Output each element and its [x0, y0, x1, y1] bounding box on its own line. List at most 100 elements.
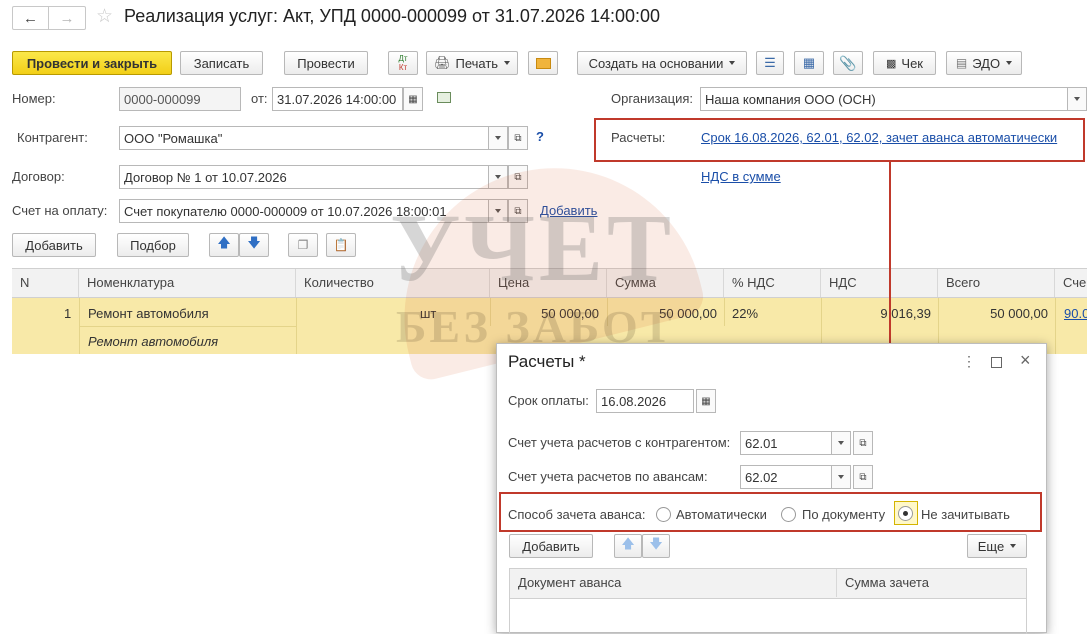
edo-button[interactable]: ▤ ЭДО	[946, 51, 1022, 75]
dialog-move-up-button[interactable]: 🡅	[614, 534, 642, 558]
arrow-up-icon: 🡅	[621, 536, 635, 551]
cash-register-icon: ▩	[886, 57, 897, 70]
copy-icon: ❐	[297, 238, 309, 252]
dialog-add-button[interactable]: Добавить	[509, 534, 593, 558]
col-vat-rate[interactable]: % НДС	[724, 269, 821, 297]
due-date-field[interactable]: 16.08.2026	[596, 389, 694, 413]
offset-by-document-radio[interactable]	[781, 507, 796, 522]
organization-field[interactable]: Наша компания ООО (ОСН)	[700, 87, 1068, 111]
invoice-add-link[interactable]: Добавить	[540, 203, 597, 218]
forward-button[interactable]: →	[49, 7, 85, 29]
document-status-icon[interactable]	[437, 92, 451, 103]
cell-account-link[interactable]: 90.0	[1064, 306, 1087, 321]
cell-total: 50 000,00	[990, 306, 1048, 321]
help-icon[interactable]: ?	[536, 129, 544, 144]
structure-button[interactable]: ▦	[794, 51, 824, 75]
organization-dropdown-button[interactable]	[1067, 87, 1087, 111]
contractor-account-open[interactable]: ⧉	[853, 431, 873, 455]
attachments-button[interactable]: 📎	[833, 51, 863, 75]
offset-none-label[interactable]: Не зачитывать	[921, 507, 1010, 522]
vat-in-sum-link[interactable]: НДС в сумме	[701, 169, 781, 184]
email-button[interactable]	[528, 51, 558, 75]
invoice-dropdown-button[interactable]	[488, 199, 508, 223]
offset-auto-radio[interactable]	[656, 507, 671, 522]
contractor-account-field[interactable]: 62.01	[740, 431, 832, 455]
document-list-button[interactable]: ☰	[756, 51, 784, 75]
back-button[interactable]: ←	[13, 7, 49, 29]
chevron-down-icon	[1074, 97, 1080, 101]
print-button[interactable]: 🖨 Печать	[426, 51, 518, 75]
advance-account-dropdown[interactable]	[831, 465, 851, 489]
cell-vat-rate: 22%	[732, 306, 759, 321]
contract-field[interactable]: Договор № 1 от 10.07.2026	[119, 165, 489, 189]
chevron-down-icon	[838, 441, 844, 445]
col-price[interactable]: Цена	[490, 269, 607, 297]
chevron-down-icon	[495, 136, 501, 140]
row-divider	[79, 326, 296, 327]
col-n[interactable]: N	[12, 269, 79, 297]
settlements-link[interactable]: Срок 16.08.2026, 62.01, 62.02, зачет ава…	[701, 130, 1057, 145]
number-field[interactable]: 0000-000099	[119, 87, 241, 111]
contract-label: Договор:	[12, 169, 65, 184]
contractor-field[interactable]: ООО "Ромашка"	[119, 126, 489, 150]
date-field[interactable]: 31.07.2026 14:00:00	[272, 87, 403, 111]
edo-icon: ▤	[955, 56, 968, 70]
contractor-account-dropdown[interactable]	[831, 431, 851, 455]
calendar-icon: ▦	[701, 395, 711, 407]
contract-dropdown-button[interactable]	[488, 165, 508, 189]
arrow-right-icon: →	[59, 9, 75, 27]
col-sum[interactable]: Сумма	[607, 269, 724, 297]
close-icon[interactable]: ×	[1020, 350, 1031, 371]
cell-unit: шт	[420, 306, 437, 321]
col-item[interactable]: Номенклатура	[79, 269, 296, 297]
offset-by-document-label[interactable]: По документу	[802, 507, 885, 522]
cell-price: 50 000,00	[541, 306, 599, 321]
maximize-icon[interactable]	[991, 357, 1002, 368]
col-quantity[interactable]: Количество	[296, 269, 490, 297]
paperclip-icon: 📎	[839, 54, 857, 71]
offset-none-radio[interactable]	[898, 506, 913, 521]
advance-table: Документ аванса Сумма зачета	[509, 568, 1027, 634]
organization-label: Организация:	[611, 91, 694, 106]
row-divider	[607, 298, 608, 326]
invoice-field[interactable]: Счет покупателю 0000-000009 от 10.07.202…	[119, 199, 489, 223]
structure-icon: ▦	[802, 55, 816, 70]
contractor-open-button[interactable]: ⧉	[508, 126, 528, 150]
move-down-button[interactable]: 🡇	[239, 233, 269, 257]
dt-kt-button[interactable]: Дт Кт	[388, 51, 418, 75]
post-and-close-button[interactable]: Провести и закрыть	[12, 51, 172, 75]
calendar-button[interactable]: ▦	[403, 87, 423, 111]
dt-kt-icon-bottom: Кт	[398, 63, 408, 72]
open-link-icon: ⧉	[859, 437, 867, 449]
col-total[interactable]: Всего	[938, 269, 1055, 297]
table-header: N Номенклатура Количество Цена Сумма % Н…	[12, 268, 1087, 298]
offset-auto-label[interactable]: Автоматически	[676, 507, 767, 522]
advance-offset-label: Способ зачета аванса:	[508, 507, 646, 522]
favorite-star-icon[interactable]: ☆	[96, 5, 113, 28]
paste-rows-button[interactable]: 📋	[326, 233, 356, 257]
row-divider	[724, 298, 725, 326]
dialog-more-button[interactable]: Еще	[967, 534, 1027, 558]
more-menu-icon[interactable]: ⋮	[962, 353, 976, 370]
receipt-button[interactable]: ▩ Чек	[873, 51, 936, 75]
invoice-open-button[interactable]: ⧉	[508, 199, 528, 223]
col-account[interactable]: Сче	[1055, 269, 1087, 297]
move-up-button[interactable]: 🡅	[209, 233, 239, 257]
save-button[interactable]: Записать	[180, 51, 263, 75]
date-label: от:	[251, 91, 268, 106]
create-based-on-label: Создать на основании	[588, 55, 724, 71]
col-offset-sum[interactable]: Сумма зачета	[837, 569, 1026, 597]
advance-account-field[interactable]: 62.02	[740, 465, 832, 489]
create-based-on-button[interactable]: Создать на основании	[577, 51, 747, 75]
col-advance-document[interactable]: Документ аванса	[510, 569, 837, 597]
dialog-move-down-button[interactable]: 🡇	[642, 534, 670, 558]
copy-rows-button[interactable]: ❐	[288, 233, 318, 257]
post-button[interactable]: Провести	[284, 51, 368, 75]
table-pick-button[interactable]: Подбор	[117, 233, 189, 257]
contractor-dropdown-button[interactable]	[488, 126, 508, 150]
contract-open-button[interactable]: ⧉	[508, 165, 528, 189]
row-divider	[1055, 298, 1056, 354]
table-add-button[interactable]: Добавить	[12, 233, 96, 257]
due-date-calendar-button[interactable]: ▦	[696, 389, 716, 413]
advance-account-open[interactable]: ⧉	[853, 465, 873, 489]
